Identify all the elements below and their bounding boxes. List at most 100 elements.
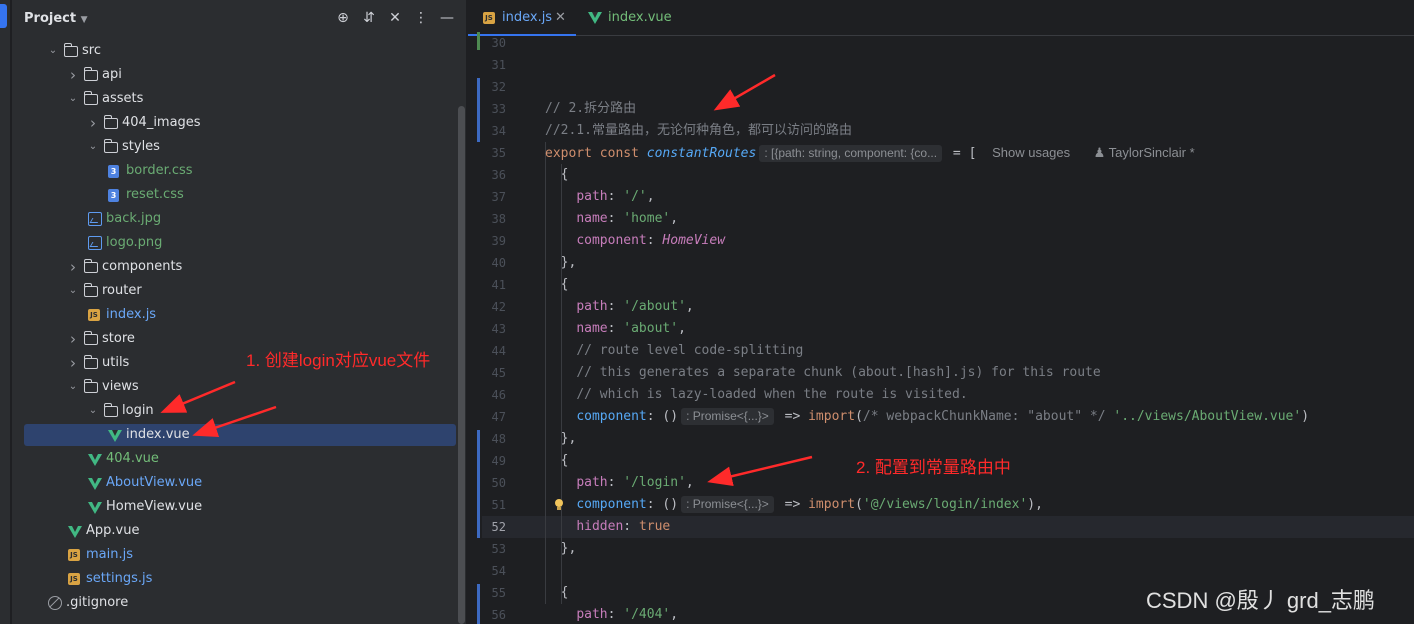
code-line[interactable]: { <box>545 582 569 604</box>
line-number[interactable]: 30 <box>468 32 538 54</box>
line-number[interactable]: 34 <box>468 120 538 142</box>
inlay-hint[interactable]: : [{path: string, component: {co... <box>759 145 943 162</box>
code-line[interactable]: export const constantRoutes: [{path: str… <box>545 142 1195 164</box>
expand-all-icon[interactable]: ⇵ <box>360 9 378 27</box>
code-line[interactable]: name: 'home', <box>545 208 678 230</box>
tree-file[interactable]: JS settings.js <box>12 567 466 591</box>
line-number[interactable]: 47 <box>468 406 538 428</box>
code-line[interactable]: { <box>545 450 569 472</box>
inlay-hint[interactable]: : Promise<{...}> <box>681 408 774 425</box>
tree-file[interactable]: logo.png <box>12 231 466 255</box>
line-number[interactable]: 32 <box>468 76 538 98</box>
chevron-right-icon[interactable]: › <box>66 327 80 351</box>
line-number[interactable]: 35 <box>468 142 538 164</box>
code-line[interactable]: component: (): Promise<{...}> => import(… <box>545 406 1309 428</box>
tree-file[interactable]: 404.vue <box>12 447 466 471</box>
line-number[interactable]: 46 <box>468 384 538 406</box>
code-line[interactable]: path: '/', <box>545 186 654 208</box>
line-number[interactable]: 51 <box>468 494 538 516</box>
line-number[interactable]: 54 <box>468 560 538 582</box>
tree-folder[interactable]: ⌄ login <box>12 399 466 423</box>
chevron-down-icon[interactable]: ⌄ <box>66 87 80 111</box>
tab-index-js[interactable]: JS index.js ✕ <box>468 0 576 36</box>
intention-bulb-icon[interactable] <box>554 499 564 511</box>
line-number[interactable]: 44 <box>468 340 538 362</box>
options-menu-icon[interactable]: ⋮ <box>412 9 430 27</box>
tree-file[interactable]: AboutView.vue <box>12 471 466 495</box>
code-line[interactable]: name: 'about', <box>545 318 686 340</box>
line-number[interactable]: 48 <box>468 428 538 450</box>
line-number[interactable]: 43 <box>468 318 538 340</box>
locate-icon[interactable]: ⊕ <box>334 9 352 27</box>
code-line[interactable]: }, <box>545 538 577 560</box>
line-number[interactable]: 42 <box>468 296 538 318</box>
line-number[interactable]: 50 <box>468 472 538 494</box>
tree-file[interactable]: JS main.js <box>12 543 466 567</box>
tree-folder[interactable]: › 404_images <box>12 111 466 135</box>
code-line[interactable]: path: '/about', <box>545 296 693 318</box>
collapse-all-icon[interactable]: ✕ <box>386 9 404 27</box>
line-number[interactable]: 45 <box>468 362 538 384</box>
code-line[interactable]: component: HomeView <box>545 230 725 252</box>
line-number[interactable]: 55 <box>468 582 538 604</box>
tree-folder[interactable]: ⌄ styles <box>12 135 466 159</box>
chevron-right-icon[interactable]: › <box>66 255 80 279</box>
hide-panel-icon[interactable]: — <box>438 9 456 27</box>
tree-folder[interactable]: › components <box>12 255 466 279</box>
project-tool-button[interactable] <box>0 4 7 28</box>
line-number[interactable]: 37 <box>468 186 538 208</box>
tree-file[interactable]: index.vue <box>12 423 466 447</box>
code-line[interactable]: path: '/404', <box>545 604 678 624</box>
chevron-right-icon[interactable]: › <box>66 63 80 87</box>
line-number[interactable]: 33 <box>468 98 538 120</box>
tab-index-vue[interactable]: index.vue <box>578 0 678 36</box>
code-line[interactable]: }, <box>545 428 577 450</box>
code-line[interactable]: // route level code-splitting <box>545 340 803 362</box>
inlay-hint[interactable]: : Promise<{...}> <box>681 496 774 513</box>
chevron-right-icon[interactable]: › <box>66 351 80 375</box>
project-scrollbar[interactable] <box>458 106 465 624</box>
code-line[interactable]: hidden: true <box>545 516 670 538</box>
code-line[interactable]: component: (): Promise<{...}> => import(… <box>545 494 1043 516</box>
chevron-down-icon[interactable]: ⌄ <box>46 39 60 63</box>
tree-file[interactable]: App.vue <box>12 519 466 543</box>
line-number[interactable]: 53 <box>468 538 538 560</box>
line-number[interactable]: 56 <box>468 604 538 624</box>
show-usages-hint[interactable]: Show usages <box>992 145 1070 160</box>
close-tab-icon[interactable]: ✕ <box>555 0 566 36</box>
line-number[interactable]: 52 <box>468 516 538 538</box>
tree-file[interactable]: HomeView.vue <box>12 495 466 519</box>
chevron-down-icon[interactable]: ⌄ <box>66 375 80 399</box>
code-line[interactable]: // this generates a separate chunk (abou… <box>545 362 1100 384</box>
line-number[interactable]: 38 <box>468 208 538 230</box>
chevron-down-icon[interactable]: ⌄ <box>86 399 100 423</box>
code-line[interactable]: path: '/login', <box>545 472 693 494</box>
tree-file[interactable]: back.jpg <box>12 207 466 231</box>
line-number[interactable]: 39 <box>468 230 538 252</box>
tree-file[interactable]: .gitignore <box>12 591 466 615</box>
code-line[interactable]: //2.1.常量路由，无论何种角色，都可以访问的路由 <box>545 120 852 142</box>
tree-file[interactable]: 3 border.css <box>12 159 466 183</box>
line-number[interactable]: 40 <box>468 252 538 274</box>
tree-folder[interactable]: ⌄ views <box>12 375 466 399</box>
tree-folder[interactable]: ⌄ assets <box>12 87 466 111</box>
line-number[interactable]: 36 <box>468 164 538 186</box>
code-line[interactable]: { <box>545 164 569 186</box>
line-number[interactable]: 41 <box>468 274 538 296</box>
code-line[interactable]: }, <box>545 252 577 274</box>
tree-file[interactable]: JS index.js <box>12 303 466 327</box>
tree-folder[interactable]: ⌄ router <box>12 279 466 303</box>
chevron-down-icon[interactable]: ⌄ <box>86 135 100 159</box>
code-line[interactable]: // 2.拆分路由 <box>545 98 636 120</box>
line-number[interactable]: 49 <box>468 450 538 472</box>
project-panel-title[interactable]: Project ▼ <box>24 11 88 26</box>
author-hint[interactable]: ♟ TaylorSinclair * <box>1094 145 1195 160</box>
tree-folder[interactable]: ⌄ src <box>12 39 466 63</box>
chevron-right-icon[interactable]: › <box>86 111 100 135</box>
line-number[interactable]: 31 <box>468 54 538 76</box>
code-line[interactable]: { <box>545 274 569 296</box>
code-line[interactable]: // which is lazy-loaded when the route i… <box>545 384 967 406</box>
chevron-down-icon[interactable]: ⌄ <box>66 279 80 303</box>
tree-folder[interactable]: › api <box>12 63 466 87</box>
tree-file[interactable]: 3 reset.css <box>12 183 466 207</box>
